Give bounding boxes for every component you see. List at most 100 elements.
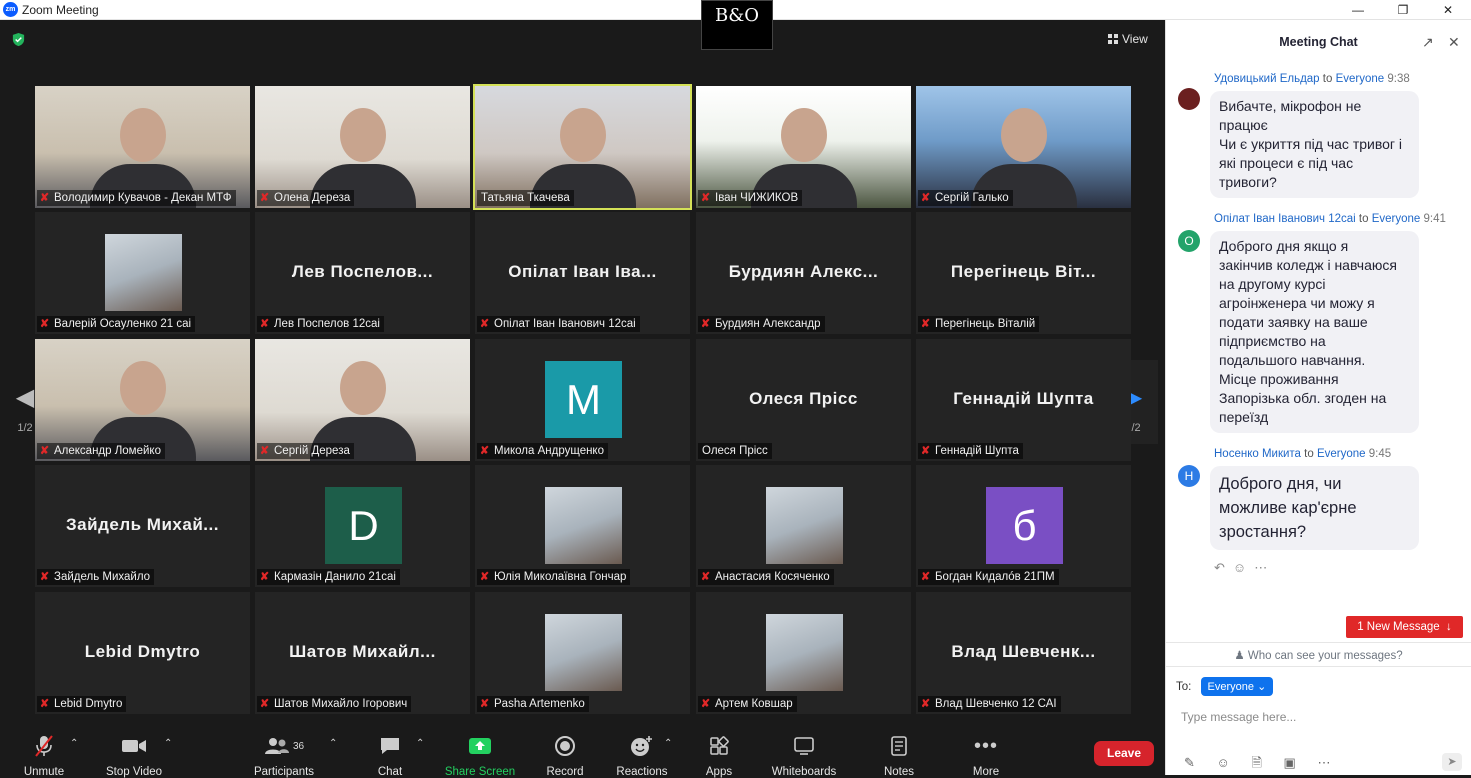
divider — [1166, 642, 1471, 643]
sender-name[interactable]: Носенко Микита — [1214, 448, 1301, 460]
video-camera-icon — [100, 734, 168, 758]
participant-tile[interactable]: ✘ Александр Ломейко — [35, 339, 250, 461]
close-icon[interactable]: ✕ — [1433, 1, 1463, 19]
profile-picture — [105, 234, 182, 311]
participant-tile[interactable]: Бурдиян Алекс... ✘ Бурдиян Александр — [696, 212, 911, 334]
pop-out-icon[interactable]: ↗ — [1422, 34, 1434, 51]
participant-name: Опілат Іван Іванович 12саі — [494, 318, 636, 330]
participants-options-caret[interactable]: ⌃ — [329, 738, 337, 749]
participant-tile[interactable]: Зайдель Михай... ✘ Зайдель Михайло — [35, 465, 250, 587]
participant-name: Богдан Кидалóв 21ПМ — [935, 571, 1055, 583]
participant-tile[interactable]: Lebid Dmytro ✘ Lebid Dmytro — [35, 592, 250, 714]
participant-name-label: Татьяна Ткачева — [477, 190, 574, 206]
participant-tile[interactable]: Геннадій Шупта ✘ Геннадій Шупта — [916, 339, 1131, 461]
message-time: 9:41 — [1423, 213, 1446, 225]
participant-tile[interactable]: б ✘ Богдан Кидалóв 21ПМ — [916, 465, 1131, 587]
participant-display-name: Лев Поспелов... — [291, 262, 434, 281]
participant-display-name: Бурдиян Алекс... — [728, 262, 879, 281]
participant-tile[interactable]: Опілат Іван Іва... ✘ Опілат Іван Іванович … — [475, 212, 690, 334]
participant-tile[interactable]: Влад Шевченк... ✘ Влад Шевченко 12 САІ — [916, 592, 1131, 714]
participant-tile[interactable]: Лев Поспелов... ✘ Лев Поспелов 12саі — [255, 212, 470, 334]
sender-avatar: O — [1178, 230, 1200, 252]
minimize-icon[interactable]: — — [1343, 1, 1373, 19]
whiteboard-icon — [768, 734, 840, 758]
reactions-button[interactable]: Reactions — [614, 734, 670, 778]
participant-tile[interactable]: Олеся Прісс Олеся Прісс — [696, 339, 911, 461]
participant-tile[interactable]: ✘ Юлія Миколаївна Гончар — [475, 465, 690, 587]
notes-button[interactable]: Notes — [880, 734, 918, 778]
participant-tile[interactable]: ✘ Pasha Artemenko — [475, 592, 690, 714]
leave-button[interactable]: Leave — [1094, 741, 1154, 766]
audio-options-caret[interactable]: ⌃ — [70, 738, 78, 749]
reactions-options-caret[interactable]: ⌃ — [664, 738, 672, 749]
format-text-icon[interactable]: ✎ — [1184, 755, 1195, 770]
participant-tile[interactable]: Татьяна Ткачева — [473, 84, 692, 210]
chat-bubble-icon — [370, 734, 410, 758]
chat-button[interactable]: Chat — [370, 734, 410, 778]
video-options-caret[interactable]: ⌃ — [164, 738, 172, 749]
participant-tile[interactable]: ✘ Сергій Галько — [916, 86, 1131, 208]
meeting-stage: B&O View ◀ 1/2 ▶ 1/2 ✘ Володимир Кувачов … — [0, 0, 1165, 730]
encryption-shield-icon[interactable] — [11, 32, 26, 47]
unmute-button[interactable]: Unmute — [18, 734, 70, 778]
participants-button[interactable]: 36 Participants — [250, 734, 318, 778]
participant-name-label: ✘ Володимир Кувачов - Декан МТФ — [37, 190, 236, 206]
more-chat-options-icon[interactable]: ⋯ — [1317, 755, 1330, 770]
meeting-toolbar: Unmute ⌃ Stop Video ⌃ 36 Participants ⌃ … — [0, 730, 1165, 778]
record-button[interactable]: Record — [543, 734, 587, 778]
reply-icon[interactable]: ↶ — [1214, 560, 1233, 575]
sender-name[interactable]: Опілат Іван Іванович 12саі — [1214, 213, 1356, 225]
screenshot-icon[interactable]: ▣ — [1284, 755, 1296, 770]
participant-name: Олена Дереза — [274, 192, 351, 204]
recipient-dropdown[interactable]: Everyone ⌄ — [1200, 677, 1274, 696]
apps-button[interactable]: Apps — [700, 734, 738, 778]
whiteboards-button[interactable]: Whiteboards — [768, 734, 840, 778]
participant-name: Зайдель Михайло — [54, 571, 151, 583]
participant-name-label: ✘ Іван ЧИЖИКОВ — [698, 190, 803, 206]
stop-video-button[interactable]: Stop Video — [100, 734, 168, 778]
who-can-see-link[interactable]: ♟ Who can see your messages? — [1166, 648, 1471, 662]
notes-icon — [880, 734, 918, 758]
send-button[interactable]: ➤ — [1442, 753, 1462, 771]
emoji-icon[interactable]: ☺ — [1217, 755, 1230, 770]
participant-tile[interactable]: ✘ Сергій Дереза — [255, 339, 470, 461]
participant-tile[interactable]: ✘ Володимир Кувачов - Декан МТФ — [35, 86, 250, 208]
participant-name-label: ✘ Олена Дереза — [257, 190, 355, 206]
share-screen-button[interactable]: Share Screen — [444, 734, 516, 778]
muted-mic-icon: ✘ — [920, 698, 931, 710]
zoom-app-icon: zm — [3, 2, 18, 17]
file-icon[interactable]: 🗎 — [1251, 755, 1261, 770]
muted-mic-icon: ✘ — [479, 445, 490, 457]
participant-tile[interactable]: D ✘ Кармазін Данило 21саі — [255, 465, 470, 587]
chat-message[interactable]: Доброго дня, чи можливе кар'єрне зростан… — [1210, 466, 1419, 550]
more-actions-icon[interactable]: ⋯ — [1254, 560, 1275, 575]
participant-name: Володимир Кувачов - Декан МТФ — [54, 192, 232, 204]
participant-tile[interactable]: Перегінець Віт... ✘ Перегінець Віталій — [916, 212, 1131, 334]
message-meta: Носенко Микита to Everyone 9:45 — [1214, 448, 1392, 460]
chat-message[interactable]: Вибачте, мікрофон не працює Чи є укриття… — [1210, 91, 1419, 198]
participant-tile[interactable]: ✘ Анастасия Косяченко — [696, 465, 911, 587]
participant-tile[interactable]: M ✘ Микола Андрущенко — [475, 339, 690, 461]
restore-icon[interactable]: ❐ — [1388, 1, 1418, 19]
participant-tile[interactable]: Шатов Михайл... ✘ Шатов Михайло Ігорович — [255, 592, 470, 714]
participant-tile[interactable]: ✘ Олена Дереза — [255, 86, 470, 208]
muted-mic-icon: ✘ — [920, 445, 931, 457]
participant-name-label: ✘ Перегінець Віталій — [918, 316, 1040, 332]
participant-tile[interactable]: ✘ Іван ЧИЖИКОВ — [696, 86, 911, 208]
participant-name: Анастасия Косяченко — [715, 571, 830, 583]
sender-name[interactable]: Удовицький Ельдар — [1214, 73, 1320, 85]
participant-silhouette — [781, 108, 827, 162]
chat-message-input[interactable]: Type message here... — [1181, 710, 1296, 724]
new-message-button[interactable]: 1 New Message ↓ — [1346, 616, 1463, 638]
arrow-down-icon: ↓ — [1442, 621, 1452, 633]
view-button[interactable]: View — [1108, 32, 1148, 46]
participant-tile[interactable]: ✘ Артем Ковшар — [696, 592, 911, 714]
chat-options-caret[interactable]: ⌃ — [416, 738, 424, 749]
message-time: 9:38 — [1387, 73, 1410, 85]
close-chat-icon[interactable]: ✕ — [1448, 34, 1460, 51]
participant-tile[interactable]: ✘ Валерій Осауленко 21 саі — [35, 212, 250, 334]
add-reaction-icon[interactable]: ☺ — [1233, 560, 1254, 575]
more-button[interactable]: ••• More — [966, 734, 1006, 778]
share-screen-icon — [444, 734, 516, 758]
chat-message[interactable]: Доброго дня якщо я закінчив коледж і нав… — [1210, 231, 1419, 433]
